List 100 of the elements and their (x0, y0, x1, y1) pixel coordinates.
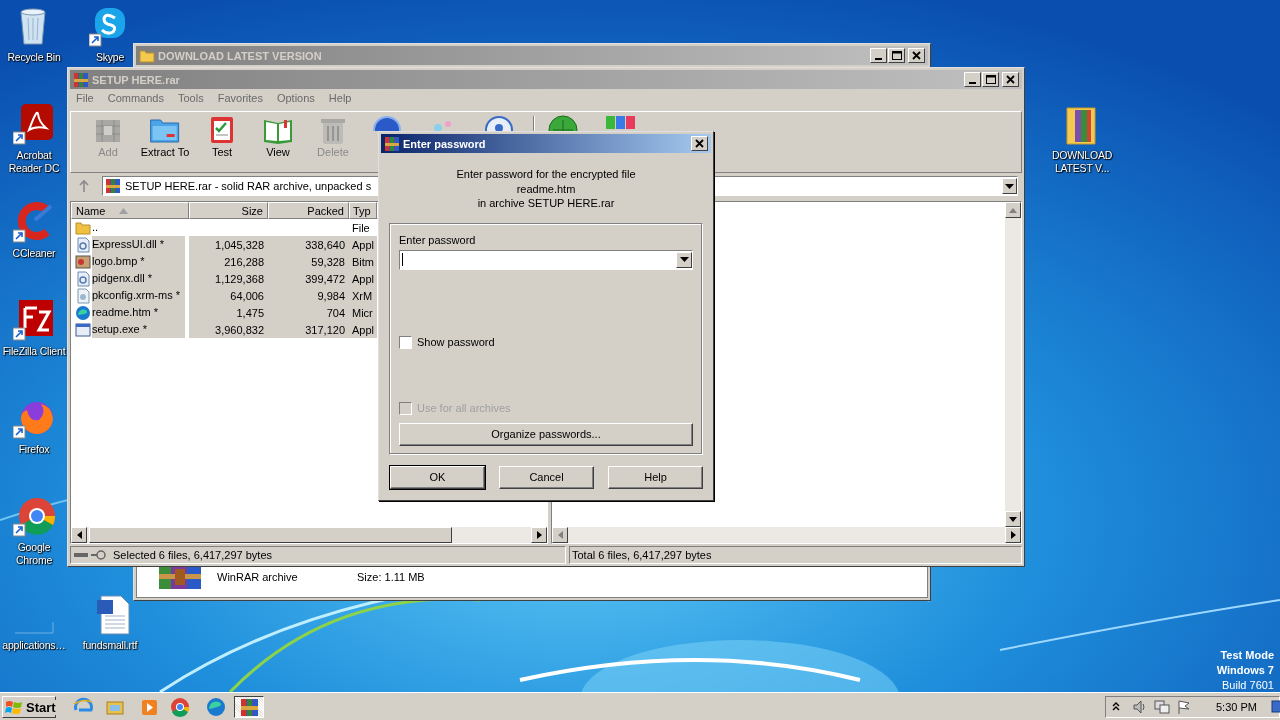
table-cell: Micr (352, 306, 373, 319)
password-field[interactable] (399, 249, 693, 270)
checkbox[interactable]: Show password (399, 335, 693, 349)
table-cell: File (352, 221, 370, 234)
table-cell: 59,328 (311, 255, 345, 268)
toolbar-button[interactable]: Test (206, 114, 238, 158)
file-icon (75, 287, 91, 304)
desktop-icon-label[interactable]: Firefox (18, 443, 50, 456)
info-icon[interactable] (483, 114, 515, 131)
file-icon (75, 253, 91, 270)
table-cell: 216,288 (224, 255, 264, 268)
menu-item[interactable]: File (76, 92, 94, 106)
taskbar-button[interactable] (234, 696, 264, 718)
close-button[interactable] (1002, 72, 1019, 87)
close-button[interactable] (908, 48, 925, 63)
file-name[interactable]: setup.exe * (92, 321, 185, 338)
minimize-icon (875, 57, 882, 60)
dropdown-button[interactable] (676, 251, 692, 268)
caret-icon (679, 257, 689, 262)
dialog-message: Enter password for the encrypted file readme.htm in archive SETUP HERE.rar (455, 167, 637, 211)
column-header[interactable]: Size (189, 202, 268, 219)
menu-item[interactable]: Favorites (217, 92, 263, 106)
organize-button[interactable]: Organize passwords... (399, 422, 693, 446)
scrollbar[interactable] (1005, 202, 1021, 527)
close-button[interactable] (691, 136, 708, 151)
table-cell: 3,960,832 (215, 323, 264, 336)
desktop-icon-label[interactable]: fundsmall.rtf (82, 639, 138, 652)
os-info-text: Build 7601 (1222, 678, 1274, 693)
toolbar-button[interactable]: Extract To (140, 114, 190, 158)
table-cell: Appl (352, 272, 375, 285)
pdf-app-icon[interactable] (13, 104, 55, 146)
scrollbar[interactable] (552, 527, 1021, 543)
dialog-title: Enter password (403, 137, 487, 150)
table-cell: 338,640 (305, 238, 345, 251)
dropdown-button[interactable] (1002, 178, 1017, 194)
desktop-icon-label[interactable]: FileZilla Client (2, 345, 66, 358)
menu-item[interactable]: Tools (178, 92, 204, 106)
status-text: Total 6 files, 6,417,297 bytes (572, 549, 712, 561)
arrow-icon (76, 531, 82, 539)
os-info-text: Test Mode (1220, 648, 1274, 663)
network-icon[interactable] (1154, 699, 1170, 715)
dialog-button[interactable]: Help (608, 465, 703, 489)
file-name[interactable]: .. (92, 219, 185, 236)
start-button[interactable]: Start (2, 696, 56, 718)
file-name[interactable]: logo.bmp * (92, 253, 185, 270)
desktop-icon-label[interactable]: DOWNLOAD LATEST V... (1050, 149, 1114, 175)
dialog-button[interactable]: Cancel (499, 465, 594, 489)
table-cell: 9,984 (317, 289, 345, 302)
desktop-icon-label[interactable]: Acrobat Reader DC (2, 149, 66, 175)
file-name[interactable]: pidgenx.dll * (92, 270, 185, 287)
speaker-icon[interactable] (1132, 699, 1148, 715)
close-icon (694, 138, 705, 149)
table-cell: 704 (326, 306, 345, 319)
table-cell: XrM (352, 289, 373, 302)
dialog-button[interactable]: OK (390, 465, 485, 489)
archive-icon[interactable] (604, 114, 636, 131)
os-info-text: Windows 7 (1216, 663, 1274, 678)
file-icon (75, 270, 91, 287)
archive-icon (105, 178, 121, 194)
file-name[interactable]: pkconfig.xrm-ms * (92, 287, 185, 304)
desktop-icon-label[interactable]: Google Chrome (2, 541, 66, 567)
toolbar-button[interactable]: View (262, 114, 294, 158)
window-title: SETUP HERE.rar (92, 73, 181, 86)
column-header[interactable]: Packed (268, 202, 349, 219)
table-cell: 1,045,328 (215, 238, 264, 251)
menu-item[interactable]: Options (276, 92, 315, 106)
file-name[interactable]: readme.htm * (92, 304, 185, 321)
browser-icon (205, 696, 227, 718)
file-icon (75, 304, 91, 321)
status-text: Selected 6 files, 6,417,297 bytes (113, 549, 272, 561)
desktop-icon-label[interactable]: Skype (95, 51, 125, 64)
maximize-button[interactable] (888, 48, 905, 63)
maximize-button[interactable] (982, 72, 999, 87)
minimize-button[interactable] (870, 48, 887, 63)
menu-item[interactable]: Commands (107, 92, 164, 106)
table-cell: Bitm (352, 255, 374, 268)
clock[interactable]: 5:30 PM (1216, 701, 1257, 713)
folder-icon (139, 47, 155, 64)
scan-icon[interactable] (547, 114, 579, 131)
arrow-icon (1009, 516, 1017, 522)
archive-icon (238, 696, 260, 718)
find-icon[interactable] (371, 114, 403, 131)
app-icon[interactable] (13, 300, 55, 342)
column-header[interactable]: Name (71, 202, 189, 219)
browser-icon[interactable] (13, 496, 55, 538)
file-icon (75, 321, 91, 338)
desktop-icon-label[interactable]: CCleaner (12, 247, 56, 260)
flag-icon[interactable] (1176, 699, 1192, 715)
column-header[interactable]: Typ (349, 202, 377, 219)
app-icon[interactable] (13, 202, 55, 244)
table-cell: 64,006 (230, 289, 264, 302)
archive-icon (384, 135, 400, 152)
file-name[interactable]: ExpressUI.dll * (92, 236, 185, 253)
menu-item[interactable]: Help (328, 92, 352, 106)
desktop-icon-label[interactable]: applications… (2, 639, 66, 652)
desktop-icon-label[interactable]: Recycle Bin (7, 51, 61, 64)
table-cell: Appl (352, 323, 375, 336)
scrollbar[interactable] (71, 527, 547, 543)
minimize-button[interactable] (964, 72, 981, 87)
arrow-icon (536, 531, 542, 539)
